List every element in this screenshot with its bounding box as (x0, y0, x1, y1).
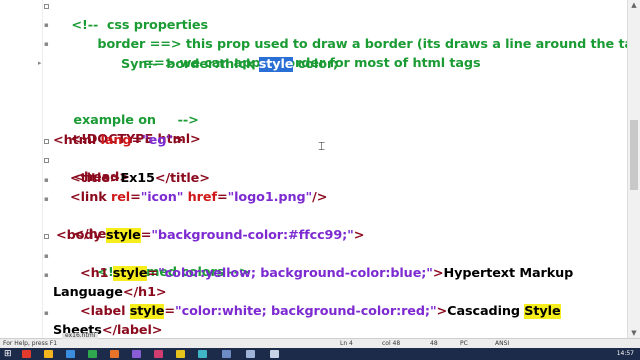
status-size: 48 (430, 340, 438, 347)
code-line: Language</h1> (53, 284, 167, 302)
tag-text: <label (80, 304, 130, 319)
content-text: Language (53, 285, 123, 300)
title-text: Ex15 (120, 171, 155, 186)
code-line: <link rel="icon" href="logo1.png"/> (70, 190, 328, 205)
folder-icon[interactable] (44, 350, 53, 358)
attr-text: rel (110, 190, 131, 205)
value-text: "icon" (140, 190, 184, 205)
tag-text: > (172, 133, 184, 148)
scroll-up-icon[interactable]: ▲ (629, 0, 639, 10)
line-dot: ▪ (44, 271, 49, 279)
vertical-scrollbar[interactable]: ▲ ▼ (627, 0, 640, 338)
app-icon[interactable] (198, 350, 207, 358)
status-line: Ln 4 (340, 340, 353, 347)
code-line: <label style="color:white; background-co… (80, 304, 561, 319)
tag-text: <body (56, 228, 107, 243)
line-dot: ▪ (44, 40, 49, 48)
attr-text: lang (100, 133, 132, 148)
tag-text: <h1 (80, 266, 113, 281)
status-bar: For Help, press F1 Ln 4 col 48 48 PC ANS… (0, 338, 640, 348)
line-dot: ▪ (44, 309, 49, 317)
fold-marker[interactable] (44, 234, 49, 239)
line-dot: ▪ (44, 176, 49, 184)
code-line: <title>Ex15</title> (70, 170, 210, 188)
highlighted-attr: style (129, 304, 165, 319)
tag-text: <link (70, 190, 111, 205)
taskbar: ⊞ 14:57 (0, 348, 640, 360)
app-icon[interactable] (270, 350, 279, 358)
tag-text: > (436, 304, 448, 319)
code-line: <html lang="eg"> (53, 132, 184, 150)
scroll-thumb[interactable] (630, 120, 638, 190)
status-col: col 48 (382, 340, 401, 347)
code-editor[interactable]: ▪ ▪ ▸ ▪ ▪ ▪ ▪ ▪ <!-- css properties bord… (0, 0, 628, 338)
clock[interactable]: 14:57 (617, 348, 634, 360)
tag-text: > (353, 228, 365, 243)
app-icon[interactable] (88, 350, 97, 358)
line-dot: ▪ (44, 21, 49, 29)
app-icon[interactable] (22, 350, 31, 358)
line-dot: ▪ (44, 252, 49, 260)
tag-text: > (432, 266, 444, 281)
app-icon[interactable] (154, 350, 163, 358)
app-icon[interactable] (132, 350, 141, 358)
status-encoding: ANSI (495, 340, 510, 347)
app-icon[interactable] (222, 350, 231, 358)
scroll-down-icon[interactable]: ▼ (629, 328, 639, 338)
content-text: Cascading (447, 304, 525, 319)
status-pc: PC (460, 340, 468, 347)
document-tab[interactable]: ex16.html (62, 333, 99, 339)
value-text: "eg" (142, 133, 173, 148)
windows-start-icon[interactable]: ⊞ (4, 349, 14, 359)
highlighted-attr: style (112, 266, 148, 281)
tag-text: </h1> (122, 285, 167, 300)
app-icon[interactable] (66, 350, 75, 358)
line-gutter (0, 0, 43, 338)
tag-text: <html (53, 133, 101, 148)
tag-text: /> (312, 190, 328, 205)
fold-marker[interactable] (44, 4, 49, 9)
comment-text: color; (293, 57, 339, 72)
code-line: <body style="background-color:#ffcc99;"> (56, 228, 365, 243)
eq-text: = (131, 133, 143, 148)
value-text: "color:yellow; background-color:blue;" (158, 266, 433, 281)
fold-marker[interactable] (44, 158, 49, 163)
app-icon[interactable] (110, 350, 119, 358)
status-help: For Help, press F1 (3, 340, 58, 347)
highlighted-word: Style (524, 304, 561, 319)
app-icon[interactable] (176, 350, 185, 358)
highlighted-attr: style (106, 228, 141, 243)
content-text: Hypertext Markup (443, 266, 574, 281)
tag-text: <title> (70, 171, 121, 186)
selected-text: style (258, 57, 294, 72)
value-text: "background-color:#ffcc99;" (151, 228, 354, 243)
fold-marker[interactable] (44, 139, 49, 144)
current-line-arrow-icon: ▸ (38, 59, 42, 67)
line-dot: ▪ (44, 195, 49, 203)
tag-text: </title> (154, 171, 210, 186)
value-text: "logo1.png" (227, 190, 313, 205)
attr-text: href (187, 190, 217, 205)
tag-text: </label> (101, 323, 163, 338)
comment-text: Syn:- border:thick (121, 57, 259, 72)
code-line: <h1 style="color:yellow; background-colo… (80, 266, 574, 281)
ibeam-cursor-icon: ⌶ (318, 139, 326, 153)
value-text: "color:white; background-color:red;" (175, 304, 437, 319)
code-line: Syn:- border:thick style color; (121, 56, 338, 74)
app-icon[interactable] (246, 350, 255, 358)
